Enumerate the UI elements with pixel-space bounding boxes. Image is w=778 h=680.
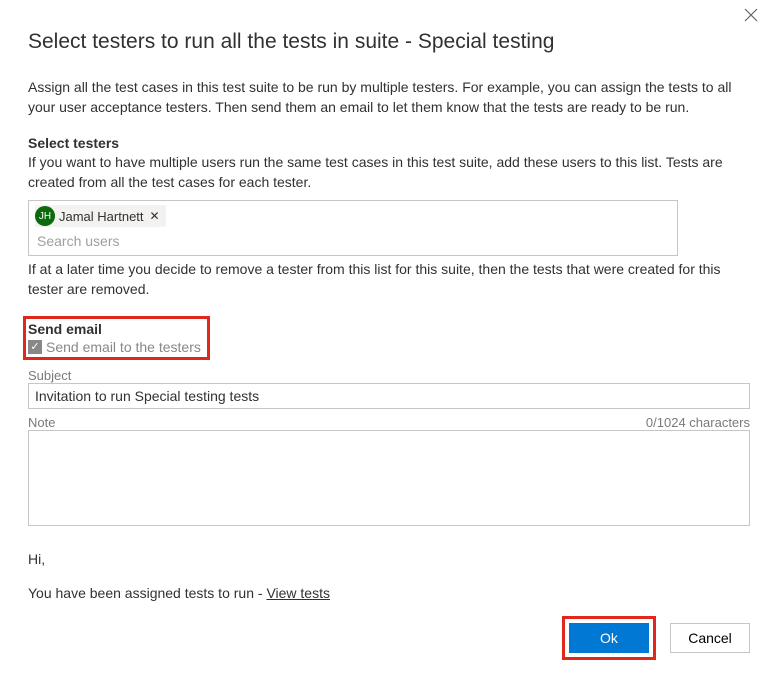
tester-chip-name: Jamal Hartnett — [59, 209, 144, 224]
note-meta-row: Note 0/1024 characters — [28, 415, 750, 430]
checkbox-icon[interactable]: ✓ — [28, 340, 42, 354]
tester-picker[interactable]: JH Jamal Hartnett ✕ Search users — [28, 200, 678, 256]
search-users-input[interactable]: Search users — [29, 231, 677, 255]
note-counter: 0/1024 characters — [646, 415, 750, 430]
note-textarea[interactable] — [28, 430, 750, 526]
tester-chip-row: JH Jamal Hartnett ✕ — [29, 201, 677, 231]
select-testers-heading: Select testers — [28, 135, 750, 151]
send-email-heading: Send email — [28, 321, 201, 337]
email-preview: Hi, You have been assigned tests to run … — [28, 551, 750, 601]
avatar: JH — [35, 206, 55, 226]
assign-testers-dialog: Select testers to run all the tests in s… — [0, 0, 778, 680]
preview-greeting: Hi, — [28, 551, 750, 567]
tester-removal-note: If at a later time you decide to remove … — [28, 260, 750, 299]
note-label: Note — [28, 415, 55, 430]
view-tests-link[interactable]: View tests — [266, 585, 330, 601]
send-email-highlight: Send email ✓ Send email to the testers — [23, 316, 210, 360]
close-button[interactable] — [744, 8, 764, 28]
send-email-checkbox-label: Send email to the testers — [46, 339, 201, 355]
dialog-buttons: Ok Cancel — [562, 616, 750, 660]
tester-chip[interactable]: JH Jamal Hartnett ✕ — [35, 205, 166, 227]
remove-tester-icon[interactable]: ✕ — [150, 209, 160, 223]
ok-highlight: Ok — [562, 616, 656, 660]
send-email-checkbox-row[interactable]: ✓ Send email to the testers — [28, 339, 201, 355]
cancel-button[interactable]: Cancel — [670, 623, 750, 653]
preview-body-prefix: You have been assigned tests to run - — [28, 585, 266, 601]
close-icon — [744, 8, 758, 22]
preview-body: You have been assigned tests to run - Vi… — [28, 585, 750, 601]
select-testers-desc: If you want to have multiple users run t… — [28, 153, 750, 192]
subject-input[interactable] — [28, 383, 750, 409]
dialog-intro: Assign all the test cases in this test s… — [28, 78, 750, 117]
dialog-title: Select testers to run all the tests in s… — [28, 30, 750, 54]
ok-button[interactable]: Ok — [569, 623, 649, 653]
subject-label: Subject — [28, 368, 750, 383]
